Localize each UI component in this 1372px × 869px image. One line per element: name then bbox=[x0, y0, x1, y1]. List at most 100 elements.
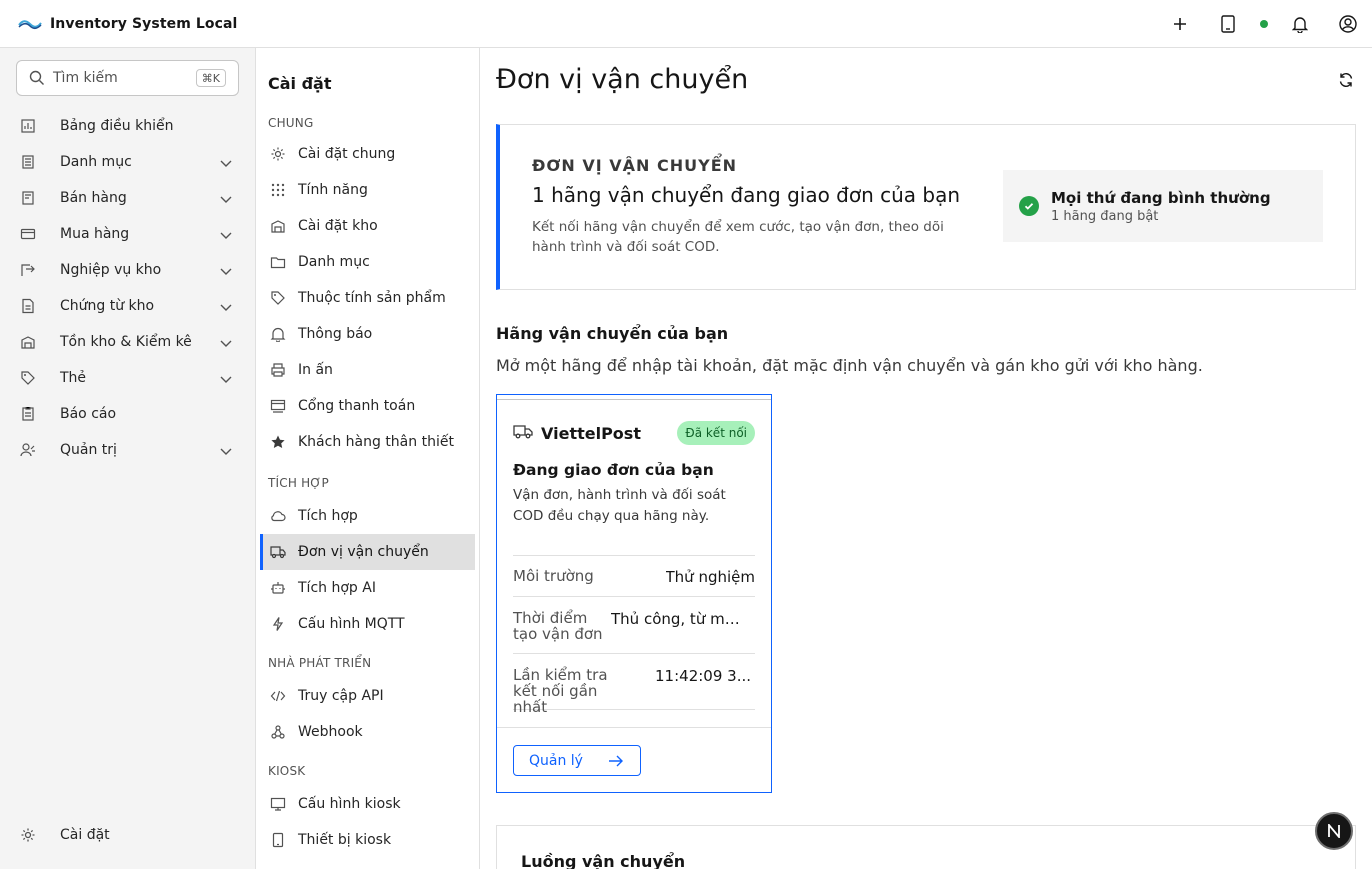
settings-item[interactable]: Khách hàng thân thiết bbox=[260, 424, 475, 460]
settings-item[interactable]: Tích hợp AI bbox=[260, 570, 475, 606]
settings-item-label: Thông báo bbox=[298, 326, 373, 342]
nav-item-label: Cài đặt bbox=[60, 827, 110, 843]
shipping-flow-panel: Luồng vận chuyển bbox=[496, 825, 1356, 869]
settings-item[interactable]: Tích hợp bbox=[260, 498, 475, 534]
nav-item[interactable]: Tồn kho & Kiểm kê bbox=[0, 324, 255, 360]
chevron-down-icon[interactable] bbox=[219, 443, 233, 457]
carrier-description: Vận đơn, hành trình và đối soát COD đều … bbox=[513, 487, 726, 524]
brand[interactable]: Inventory System Local bbox=[18, 12, 237, 36]
connection-status-icon bbox=[1252, 0, 1276, 48]
carrier-subtitle: Đang giao đơn của bạn bbox=[513, 461, 714, 479]
report-icon bbox=[20, 406, 36, 422]
nav-item-label: Quản trị bbox=[60, 442, 117, 458]
detail-key: Lần kiểm tra kết nối gần nhất bbox=[513, 666, 608, 716]
nav-item-label: Báo cáo bbox=[60, 406, 117, 422]
settings-section-heading: NHÀ PHÁT TRIỂN bbox=[268, 656, 372, 670]
chevron-down-icon[interactable] bbox=[219, 191, 233, 205]
tag-icon bbox=[20, 370, 36, 386]
nav-item-label: Thẻ bbox=[60, 370, 87, 386]
search-box[interactable]: Tìm kiếm ⌘K bbox=[16, 60, 239, 96]
nav-item[interactable]: Bảng điều khiển bbox=[0, 108, 255, 144]
nav-item-label: Tồn kho & Kiểm kê bbox=[60, 334, 192, 350]
settings-item[interactable]: Cổng thanh toán bbox=[260, 388, 475, 424]
webhook-icon bbox=[270, 724, 286, 740]
gear-icon bbox=[20, 827, 36, 843]
nav-item[interactable]: Chứng từ kho bbox=[0, 288, 255, 324]
settings-sidebar: Cài đặt CHUNG Cài đặt chung Tính năng Cài đ… bbox=[256, 48, 480, 869]
settings-item[interactable]: Cấu hình MQTT bbox=[260, 606, 475, 642]
nav-item[interactable]: Quản trị bbox=[0, 432, 255, 468]
sales-icon bbox=[20, 190, 36, 206]
nav-item[interactable]: Báo cáo bbox=[0, 396, 255, 432]
monitor-icon bbox=[270, 796, 286, 812]
carrier-name: ViettelPost bbox=[541, 423, 641, 443]
warehouse-ops-icon bbox=[20, 262, 36, 278]
add-icon[interactable] bbox=[1156, 0, 1204, 48]
connected-badge: Đã kết nối bbox=[677, 421, 755, 445]
warehouse-icon bbox=[270, 218, 286, 234]
chevron-down-icon[interactable] bbox=[219, 155, 233, 169]
status-box: Mọi thứ đang bình thường 1 hãng đang bật bbox=[1003, 170, 1323, 242]
chevron-down-icon[interactable] bbox=[219, 263, 233, 277]
search-shortcut: ⌘K bbox=[195, 69, 226, 87]
device-icon bbox=[270, 832, 286, 848]
nav-item-label: Nghiệp vụ kho bbox=[60, 262, 162, 278]
next-dev-button[interactable] bbox=[1315, 812, 1353, 850]
settings-item-label: Tích hợp AI bbox=[298, 580, 376, 596]
settings-item[interactable]: Thuộc tính sản phẩm bbox=[260, 280, 475, 316]
nav-item[interactable]: Danh mục bbox=[0, 144, 255, 180]
settings-item[interactable]: Đơn vị vận chuyển bbox=[260, 534, 475, 570]
nav-item-settings[interactable]: Cài đặt bbox=[0, 817, 255, 853]
user-avatar-icon[interactable] bbox=[1324, 0, 1372, 48]
tablet-icon[interactable] bbox=[1204, 0, 1252, 48]
settings-section-heading: CHUNG bbox=[268, 116, 314, 130]
settings-item[interactable]: Thiết bị kiosk bbox=[260, 822, 475, 858]
settings-item[interactable]: Cài đặt kho bbox=[260, 208, 475, 244]
printer-icon bbox=[270, 362, 286, 378]
nav-item-label: Bảng điều khiển bbox=[60, 118, 174, 134]
settings-item-label: Thuộc tính sản phẩm bbox=[298, 290, 446, 306]
settings-item[interactable]: Thông báo bbox=[260, 316, 475, 352]
settings-item[interactable]: In ấn bbox=[260, 352, 475, 388]
nav-item[interactable]: Bán hàng bbox=[0, 180, 255, 216]
check-circle-icon bbox=[1019, 196, 1039, 216]
settings-item[interactable]: Truy cập API bbox=[260, 678, 475, 714]
carrier-detail-row: Môi trường Thử nghiệm bbox=[513, 555, 755, 596]
settings-item-label: Cấu hình kiosk bbox=[298, 796, 401, 812]
settings-item[interactable]: Tính năng bbox=[260, 172, 475, 208]
payment-icon bbox=[270, 398, 286, 414]
settings-item-label: Khách hàng thân thiết bbox=[298, 434, 454, 450]
arrow-right-icon bbox=[608, 754, 624, 768]
carriers-section-description: Mở một hãng để nhập tài khoản, đặt mặc đ… bbox=[496, 356, 1203, 375]
n-logo-icon bbox=[1328, 824, 1340, 838]
settings-item[interactable]: Cài đặt chung bbox=[260, 136, 475, 172]
app-title: Inventory System Local bbox=[50, 15, 238, 32]
settings-item[interactable]: Cấu hình kiosk bbox=[260, 786, 475, 822]
detail-key: Môi trường bbox=[513, 567, 594, 585]
settings-section-heading: KIOSK bbox=[268, 764, 306, 778]
chevron-down-icon[interactable] bbox=[219, 227, 233, 241]
detail-key: Thời điểm tạo vận đơn bbox=[513, 609, 603, 643]
search-icon bbox=[29, 70, 44, 85]
summary-description: Kết nối hãng vận chuyển để xem cước, tạo… bbox=[532, 219, 944, 255]
nav-item-label: Chứng từ kho bbox=[60, 298, 155, 314]
manage-button[interactable]: Quản lý bbox=[513, 745, 641, 776]
status-title: Mọi thứ đang bình thường bbox=[1051, 188, 1271, 207]
top-bar: Inventory System Local bbox=[0, 0, 1372, 48]
settings-item[interactable]: Webhook bbox=[260, 714, 475, 750]
nav-item[interactable]: Nghiệp vụ kho bbox=[0, 252, 255, 288]
nav-item[interactable]: Mua hàng bbox=[0, 216, 255, 252]
brand-logo bbox=[18, 12, 42, 36]
chevron-down-icon[interactable] bbox=[219, 299, 233, 313]
document-icon bbox=[20, 298, 36, 314]
chevron-down-icon[interactable] bbox=[219, 335, 233, 349]
dashboard-icon bbox=[20, 118, 36, 134]
refresh-icon[interactable] bbox=[1336, 70, 1356, 90]
page-title: Đơn vị vận chuyển bbox=[496, 64, 749, 95]
settings-item[interactable]: Danh mục bbox=[260, 244, 475, 280]
notification-bell-icon[interactable] bbox=[1276, 0, 1324, 48]
nav-item[interactable]: Thẻ bbox=[0, 360, 255, 396]
carrier-card[interactable]: ViettelPost Đã kết nối Đang giao đơn của… bbox=[496, 394, 772, 793]
carriers-section-title: Hãng vận chuyển của bạn bbox=[496, 324, 729, 343]
chevron-down-icon[interactable] bbox=[219, 371, 233, 385]
